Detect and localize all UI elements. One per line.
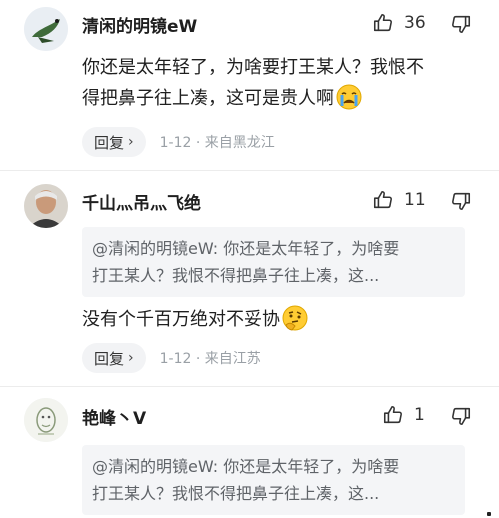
edge-dot	[487, 512, 491, 516]
comment-item: 艳峰丶V 1 @清闲的明镜eW: 你还是太年轻了，为啥要 打王某人？我恨不得把鼻…	[0, 387, 499, 518]
avatar-bird-icon	[24, 7, 68, 51]
quote-line: @清闲的明镜eW: 你还是太年轻了，为啥要	[92, 457, 400, 476]
like-button[interactable]: 11	[372, 189, 426, 211]
thinking-face-icon	[282, 305, 308, 331]
reply-label: 回复	[94, 349, 125, 368]
thumbs-up-icon	[373, 190, 392, 209]
quote-line: 打王某人？我恨不得把鼻子往上凑，这...	[92, 266, 380, 285]
reply-row: 回复 › 1-12 · 来自黑龙江	[82, 127, 275, 157]
avatar-sketch-icon	[24, 398, 68, 442]
comment-text-line: 你还是太年轻了，为啥要打王某人？我恨不	[82, 57, 424, 78]
comment-meta: 1-12 · 来自黑龙江	[159, 135, 275, 151]
comment-item: 清闲的明镜eW 36 你还是太年轻了，为啥要打王某人？我恨不 得把鼻子往上凑，这…	[0, 0, 499, 170]
comment-text-line-2: 得把鼻子往上凑，这可是贵人啊	[82, 83, 477, 114]
reply-button[interactable]: 回复 ›	[82, 343, 146, 373]
crying-face-icon	[336, 84, 362, 110]
comment-text-line: 没有个千百万绝对不妥协	[82, 309, 280, 330]
username[interactable]: 艳峰丶V	[82, 404, 146, 429]
comment-text-line: 得把鼻子往上凑，这可是贵人啊	[82, 88, 334, 109]
thumbs-down-icon	[452, 15, 471, 34]
thumbs-down-icon	[452, 407, 471, 426]
like-button[interactable]: 1	[382, 404, 425, 426]
avatar[interactable]	[24, 7, 68, 51]
dislike-button[interactable]	[450, 13, 472, 35]
comment-item: 千山灬吊灬飞绝 11 @清闲的明镜eW: 你还是太年轻了，为啥要 打王某人？我恨…	[0, 171, 499, 386]
thumbs-down-icon	[452, 192, 471, 211]
like-button[interactable]: 36	[372, 12, 426, 34]
quote-line: 打王某人？我恨不得把鼻子往上凑，这...	[92, 484, 380, 503]
comment-meta: 1-12 · 来自江苏	[159, 351, 261, 367]
chevron-right-icon: ›	[128, 134, 134, 150]
thumbs-up-icon	[383, 405, 402, 424]
quoted-comment[interactable]: @清闲的明镜eW: 你还是太年轻了，为啥要 打王某人？我恨不得把鼻子往上凑，这.…	[82, 445, 465, 515]
comment-text: 没有个千百万绝对不妥协	[82, 304, 477, 335]
username[interactable]: 千山灬吊灬飞绝	[82, 189, 201, 214]
chevron-right-icon: ›	[128, 350, 134, 366]
username[interactable]: 清闲的明镜eW	[82, 12, 197, 37]
dislike-button[interactable]	[450, 190, 472, 212]
like-count: 11	[404, 190, 426, 210]
like-count: 36	[404, 13, 426, 33]
reply-label: 回复	[94, 133, 125, 152]
avatar-portrait-icon	[24, 184, 68, 228]
avatar[interactable]	[24, 398, 68, 442]
avatar[interactable]	[24, 184, 68, 228]
reply-row: 回复 › 1-12 · 来自江苏	[82, 343, 261, 373]
comment-text: 你还是太年轻了，为啥要打王某人？我恨不 得把鼻子往上凑，这可是贵人啊	[82, 52, 477, 114]
like-count: 1	[414, 405, 425, 425]
reply-button[interactable]: 回复 ›	[82, 127, 146, 157]
quoted-comment[interactable]: @清闲的明镜eW: 你还是太年轻了，为啥要 打王某人？我恨不得把鼻子往上凑，这.…	[82, 227, 465, 297]
thumbs-up-icon	[373, 13, 392, 32]
quote-line: @清闲的明镜eW: 你还是太年轻了，为啥要	[92, 239, 400, 258]
dislike-button[interactable]	[450, 405, 472, 427]
